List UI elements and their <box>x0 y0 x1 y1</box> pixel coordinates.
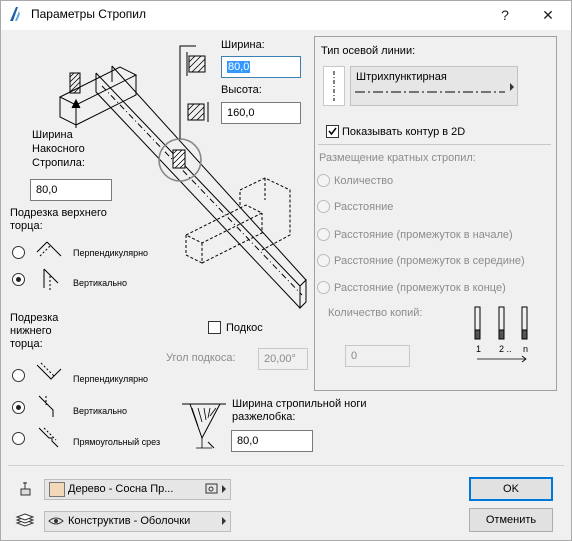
valley-width-label: Ширина стропильной ноги разжелобка: <box>232 398 367 423</box>
copies-input[interactable]: 0 <box>345 345 410 367</box>
copies-first-label: 1 <box>476 344 482 354</box>
copies-diagram-icon <box>474 306 528 363</box>
bottom-cut-perpendicular-label: Перпендикулярно <box>73 374 149 384</box>
eye-icon <box>48 517 64 525</box>
bottom-cut-vertical-label: Вертикально <box>73 406 128 416</box>
chevron-right-icon <box>510 83 514 91</box>
bottom-cut-label: Подрезка нижнего торца: <box>10 312 59 350</box>
placement-gap-middle-radio[interactable] <box>317 254 330 267</box>
window-title: Параметры Стропил <box>31 7 147 21</box>
copies-second-label: 2 .. <box>499 344 512 354</box>
top-cut-perpendicular-radio[interactable] <box>12 246 25 259</box>
height-label: Высота: <box>221 84 262 96</box>
top-cut-vertical-radio[interactable] <box>12 273 25 286</box>
placement-gap-middle-label: Расстояние (промежуток в середине) <box>334 255 525 267</box>
material-swatch <box>49 482 65 497</box>
material-dropdown[interactable]: Дерево - Сосна Пр... <box>44 479 231 500</box>
bottom-cut-perpendicular-radio[interactable] <box>12 369 25 382</box>
height-icon <box>187 102 209 122</box>
copies-label: Количество копий: <box>328 307 423 319</box>
top-cut-perpendicular-label: Перпендикулярно <box>73 248 149 258</box>
placement-gap-start-radio[interactable] <box>317 228 330 241</box>
valley-width-input[interactable]: 80,0 <box>231 430 313 452</box>
ok-button[interactable]: OK <box>469 477 553 501</box>
dash-dot-line-icon <box>355 91 505 93</box>
layer-value: Конструктив - Оболочки <box>68 515 191 527</box>
bottom-cut-rectangular-radio[interactable] <box>12 432 25 445</box>
placement-distance-radio[interactable] <box>317 200 330 213</box>
placement-count-label: Количество <box>334 175 394 187</box>
copies-n-label: n <box>523 344 529 354</box>
brush-icon <box>20 482 31 496</box>
cancel-button[interactable]: Отменить <box>469 508 553 532</box>
chevron-right-icon <box>222 485 226 493</box>
bottom-perpendicular-cut-icon <box>36 362 62 380</box>
top-cut-label: Подрезка верхнего торца: <box>10 207 107 232</box>
vertical-cut-icon <box>43 268 59 290</box>
show-contour-checkbox[interactable] <box>326 125 339 138</box>
strut-angle-label: Угол подкоса: <box>166 352 236 364</box>
height-input[interactable]: 160,0 <box>221 102 301 124</box>
inclined-width-label: Ширина Накосного Стропила: <box>32 129 85 169</box>
inclined-width-input[interactable]: 80,0 <box>30 179 112 201</box>
bottom-cut-rectangular-label: Прямоугольный срез <box>73 437 161 447</box>
footer-separator <box>8 465 564 466</box>
top-cut-vertical-label: Вертикально <box>73 278 128 288</box>
image-icon <box>205 483 218 494</box>
axis-symbol-icon <box>323 66 345 106</box>
valley-rafter-icon <box>182 403 226 449</box>
close-button[interactable]: ✕ <box>530 0 566 30</box>
width-icon <box>186 52 206 76</box>
bottom-cut-vertical-radio[interactable] <box>12 401 25 414</box>
placement-count-radio[interactable] <box>317 174 330 187</box>
width-label: Ширина: <box>221 39 265 51</box>
separator <box>318 144 551 145</box>
placement-distance-label: Расстояние <box>334 201 394 213</box>
axis-type-label: Тип осевой линии: <box>321 45 416 57</box>
app-icon <box>7 6 23 22</box>
axis-linetype-value: Штрихпунктирная <box>356 71 447 83</box>
bottom-vertical-cut-icon <box>38 395 54 417</box>
axis-linetype-dropdown[interactable]: Штрихпунктирная <box>350 66 518 106</box>
placement-gap-end-radio[interactable] <box>317 281 330 294</box>
strut-label: Подкос <box>226 322 263 334</box>
placement-gap-end-label: Расстояние (промежуток в конце) <box>334 282 506 294</box>
strut-checkbox[interactable] <box>208 321 221 334</box>
perpendicular-cut-icon <box>36 241 62 257</box>
chevron-right-icon <box>222 517 226 525</box>
strut-angle-input[interactable]: 20,00° <box>258 348 308 370</box>
layer-dropdown[interactable]: Конструктив - Оболочки <box>44 511 231 532</box>
placement-label: Размещение кратных стропил: <box>319 152 476 164</box>
bottom-rectangular-cut-icon <box>38 427 59 448</box>
width-input[interactable]: 80,0 <box>221 56 301 78</box>
placement-gap-start-label: Расстояние (промежуток в начале) <box>334 229 513 241</box>
help-button[interactable]: ? <box>487 0 523 30</box>
material-value: Дерево - Сосна Пр... <box>68 483 174 495</box>
layers-icon <box>15 513 35 527</box>
show-contour-label: Показывать контур в 2D <box>342 126 466 138</box>
